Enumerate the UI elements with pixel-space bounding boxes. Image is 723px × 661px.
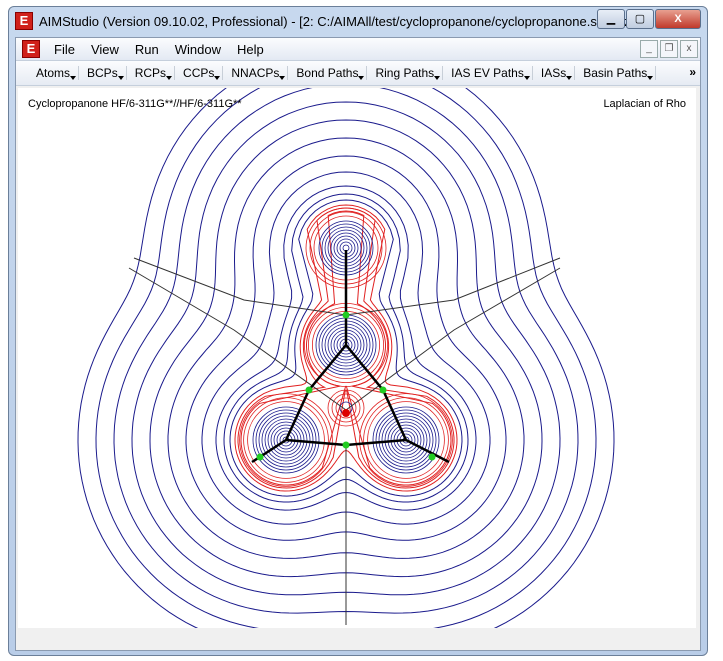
basin-paths-dropdown[interactable]: Basin Paths (575, 66, 657, 80)
minimize-button[interactable]: ▁ (597, 9, 625, 29)
property-label: Laplacian of Rho (603, 98, 686, 110)
bond-critical-point (428, 453, 436, 461)
ring-paths-dropdown[interactable]: Ring Paths (367, 66, 444, 80)
atoms-dropdown[interactable]: Atoms (28, 66, 80, 80)
ring-contour (327, 389, 365, 427)
menu-bar: E File View Run Window Help _ ❐ x (16, 38, 700, 61)
doc-icon: E (22, 40, 40, 58)
child-restore-button[interactable]: ❐ (660, 40, 678, 58)
app-window: E AIMStudio (Version 09.10.02, Professio… (8, 6, 708, 656)
close-button[interactable]: X (655, 9, 701, 29)
nnacps-dropdown[interactable]: NNACPs (223, 66, 289, 80)
rcps-dropdown[interactable]: RCPs (127, 66, 176, 80)
menu-run[interactable]: Run (127, 42, 167, 57)
toolbar-overflow-button[interactable]: » (689, 65, 696, 79)
ccps-dropdown[interactable]: CCPs (175, 66, 224, 80)
bond-critical-point (379, 386, 387, 394)
app-icon: E (15, 12, 33, 30)
child-close-button[interactable]: x (680, 40, 698, 58)
bcps-dropdown[interactable]: BCPs (79, 66, 127, 80)
menu-file[interactable]: File (46, 42, 83, 57)
menu-view[interactable]: View (83, 42, 127, 57)
status-bar (16, 630, 700, 650)
maximize-button[interactable]: ▢ (626, 9, 654, 29)
iass-dropdown[interactable]: IASs (533, 66, 576, 80)
bond-critical-point (342, 441, 350, 449)
child-minimize-button[interactable]: _ (640, 40, 658, 58)
bond-paths-dropdown[interactable]: Bond Paths (288, 66, 368, 80)
mdi-child: E File View Run Window Help _ ❐ x Atoms … (15, 37, 701, 651)
ring-critical-point (342, 409, 350, 417)
contour-plot (77, 88, 615, 628)
bond-critical-point (305, 386, 313, 394)
bond-critical-point (256, 453, 264, 461)
menu-window[interactable]: Window (167, 42, 229, 57)
window-title: AIMStudio (Version 09.10.02, Professiona… (39, 13, 635, 29)
bond-critical-point (342, 311, 350, 319)
menu-help[interactable]: Help (229, 42, 272, 57)
molecule-label: Cyclopropanone HF/6-311G**//HF/6-311G** (28, 98, 242, 110)
ias-ev-paths-dropdown[interactable]: IAS EV Paths (443, 66, 533, 80)
viewer-canvas[interactable]: Cyclopropanone HF/6-311G**//HF/6-311G** … (18, 88, 696, 628)
title-bar: E AIMStudio (Version 09.10.02, Professio… (9, 7, 707, 35)
toolbar: Atoms BCPs RCPs CCPs NNACPs Bond Paths R… (16, 61, 700, 86)
